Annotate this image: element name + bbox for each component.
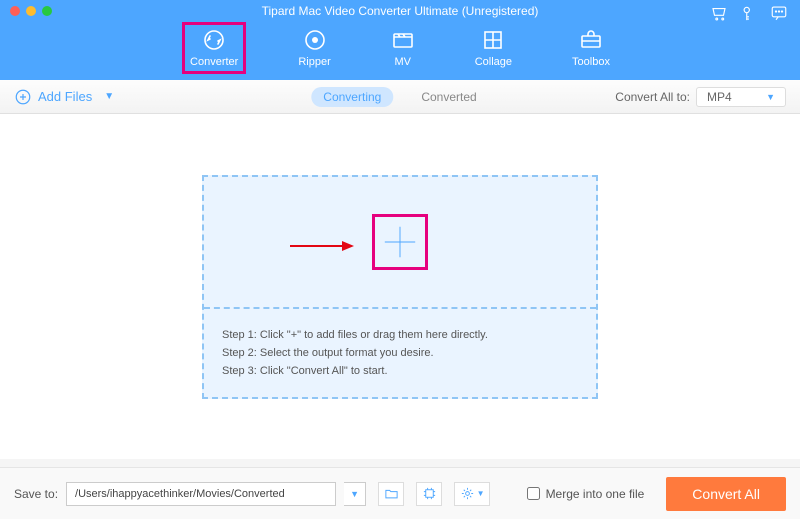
dropzone[interactable]: Step 1: Click "+" to add files or drag t… [202,175,598,399]
key-icon[interactable] [740,4,758,27]
merge-checkbox[interactable] [527,487,540,500]
nav-toolbox[interactable]: Toolbox [568,26,614,70]
nav-collage[interactable]: Collage [471,26,516,70]
nav-mv[interactable]: MV [387,26,419,70]
add-files-label: Add Files [38,89,92,104]
save-path-dropdown[interactable]: ▼ [344,482,366,506]
format-value: MP4 [707,90,732,104]
gear-icon [460,486,475,501]
save-to-label: Save to: [14,487,58,501]
add-files-dropdown-icon[interactable]: ▼ [104,91,114,102]
feedback-icon[interactable] [770,4,788,27]
instruction-step-3: Step 3: Click "Convert All" to start. [222,365,578,377]
merge-label: Merge into one file [546,487,645,501]
nav-label: Converter [190,56,238,68]
convert-all-button[interactable]: Convert All [666,477,786,511]
instruction-step-2: Step 2: Select the output format you des… [222,347,578,359]
folder-icon [384,486,399,501]
nav-label: Toolbox [572,56,610,68]
output-format-select[interactable]: MP4 ▼ [696,87,786,107]
nav-label: Ripper [298,56,330,68]
converter-icon [202,28,226,52]
nav-converter[interactable]: Converter [186,26,242,70]
plus-circle-icon [14,88,32,106]
chip-icon [422,486,437,501]
chevron-down-icon: ▼ [766,92,775,102]
collage-icon [481,28,505,52]
save-path-value: /Users/ihappyacethinker/Movies/Converted [75,488,285,500]
nav-label: MV [394,56,411,68]
plus-icon [381,223,419,261]
hardware-accel-button[interactable] [416,482,442,506]
instruction-step-1: Step 1: Click "+" to add files or drag t… [222,329,578,341]
tab-converting[interactable]: Converting [311,87,393,107]
nav-label: Collage [475,56,512,68]
add-files-plus-button[interactable] [375,217,425,267]
tab-converted[interactable]: Converted [409,87,488,107]
ripper-icon [303,28,327,52]
settings-button[interactable]: ▼ [454,482,490,506]
cart-icon[interactable] [710,4,728,27]
chevron-down-icon: ▼ [477,489,485,498]
merge-checkbox-row[interactable]: Merge into one file [527,487,645,501]
toolbox-icon [579,28,603,52]
nav-ripper[interactable]: Ripper [294,26,334,70]
open-folder-button[interactable] [378,482,404,506]
arrow-annotation [290,239,354,258]
app-title: Tipard Mac Video Converter Ultimate (Unr… [0,4,800,18]
convert-all-to-label: Convert All to: [615,90,690,104]
add-files-button[interactable]: Add Files ▼ [14,88,114,106]
save-path-field[interactable]: /Users/ihappyacethinker/Movies/Converted [66,482,336,506]
mv-icon [391,28,415,52]
